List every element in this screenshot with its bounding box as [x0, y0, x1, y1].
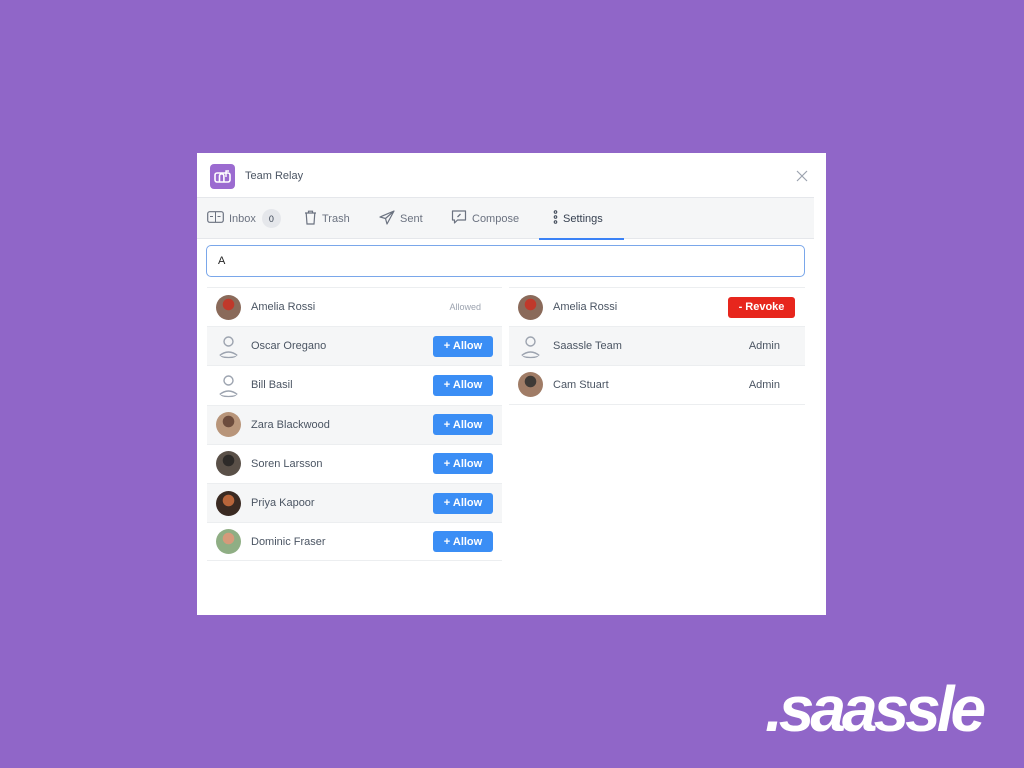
member-list: Amelia Rossi - Revoke Saassle Team Admin Cam…	[509, 287, 805, 405]
user-avatar	[216, 294, 241, 320]
mailbox-icon	[210, 164, 235, 189]
user-avatar	[216, 490, 241, 516]
user-name: Saassle Team	[553, 340, 622, 353]
user-avatar	[216, 412, 241, 438]
user-avatar	[216, 451, 241, 477]
inbox-icon	[207, 211, 224, 226]
allow-button[interactable]: + Allow	[433, 335, 493, 357]
tab-label: Compose	[472, 212, 520, 225]
user-name: Oscar Oregano	[251, 340, 327, 353]
tab-bar: Inbox 0 Trash Sent Compose Settings	[197, 197, 814, 240]
trash-icon	[304, 210, 317, 228]
close-icon[interactable]	[795, 169, 809, 183]
user-name: Amelia Rossi	[251, 301, 316, 314]
search-input[interactable]	[206, 245, 805, 277]
candidate-row: Oscar Oregano + Allow	[207, 326, 502, 366]
candidate-row: Soren Larsson + Allow	[207, 443, 502, 483]
member-row: Cam Stuart Admin	[509, 365, 805, 405]
default-user-icon	[518, 334, 543, 359]
user-avatar	[518, 372, 543, 398]
user-name: Cam Stuart	[553, 378, 609, 391]
default-user-icon	[216, 334, 241, 359]
title-bar: Team Relay	[197, 153, 826, 197]
inbox-count-badge: 0	[261, 209, 281, 228]
tab-sent[interactable]: Sent	[379, 198, 423, 239]
member-row: Amelia Rossi - Revoke	[509, 287, 805, 326]
user-name: Soren Larsson	[251, 457, 323, 470]
allow-button[interactable]: + Allow	[433, 414, 493, 436]
team-relay-window: Team Relay Inbox 0 Trash Sent Compose Se…	[197, 153, 826, 615]
user-name: Bill Basil	[251, 379, 293, 392]
role-label: Admin	[748, 378, 780, 391]
user-avatar	[216, 529, 241, 555]
active-tab-indicator	[539, 238, 624, 240]
user-name: Dominic Fraser	[251, 535, 326, 548]
tab-label: Trash	[322, 212, 350, 225]
candidate-row: Dominic Fraser + Allow	[207, 522, 502, 562]
compose-icon	[451, 209, 467, 228]
role-label: Admin	[748, 340, 780, 353]
tab-label: Inbox	[229, 212, 256, 225]
user-name: Amelia Rossi	[553, 301, 618, 314]
allowed-status: Allowed	[449, 302, 481, 313]
member-row: Saassle Team Admin	[509, 326, 805, 366]
allow-button[interactable]: + Allow	[433, 531, 493, 553]
revoke-button[interactable]: - Revoke	[728, 296, 795, 318]
allow-button[interactable]: + Allow	[433, 374, 493, 396]
candidate-row: Amelia Rossi Allowed	[207, 287, 502, 326]
candidate-list: Amelia Rossi Allowed Oscar Oregano + Allow B…	[207, 287, 502, 562]
user-avatar	[518, 294, 543, 320]
brand-logo: .saassle	[765, 673, 986, 745]
tab-inbox[interactable]: Inbox 0	[207, 198, 281, 239]
tab-settings[interactable]: Settings	[539, 198, 624, 240]
more-vertical-icon	[553, 210, 558, 227]
default-user-icon	[216, 373, 241, 398]
allow-button[interactable]: + Allow	[433, 453, 493, 475]
app-title: Team Relay	[245, 170, 304, 182]
candidate-row: Zara Blackwood + Allow	[207, 404, 502, 444]
tab-trash[interactable]: Trash	[304, 198, 350, 239]
tab-label: Sent	[400, 212, 423, 225]
allow-button[interactable]: + Allow	[433, 492, 493, 514]
candidate-row: Bill Basil + Allow	[207, 365, 502, 404]
tab-label: Settings	[563, 212, 603, 225]
candidate-row: Priya Kapoor + Allow	[207, 482, 502, 523]
user-name: Priya Kapoor	[251, 497, 315, 510]
tab-compose[interactable]: Compose	[451, 198, 519, 239]
send-icon	[379, 209, 395, 228]
user-name: Zara Blackwood	[251, 418, 330, 431]
